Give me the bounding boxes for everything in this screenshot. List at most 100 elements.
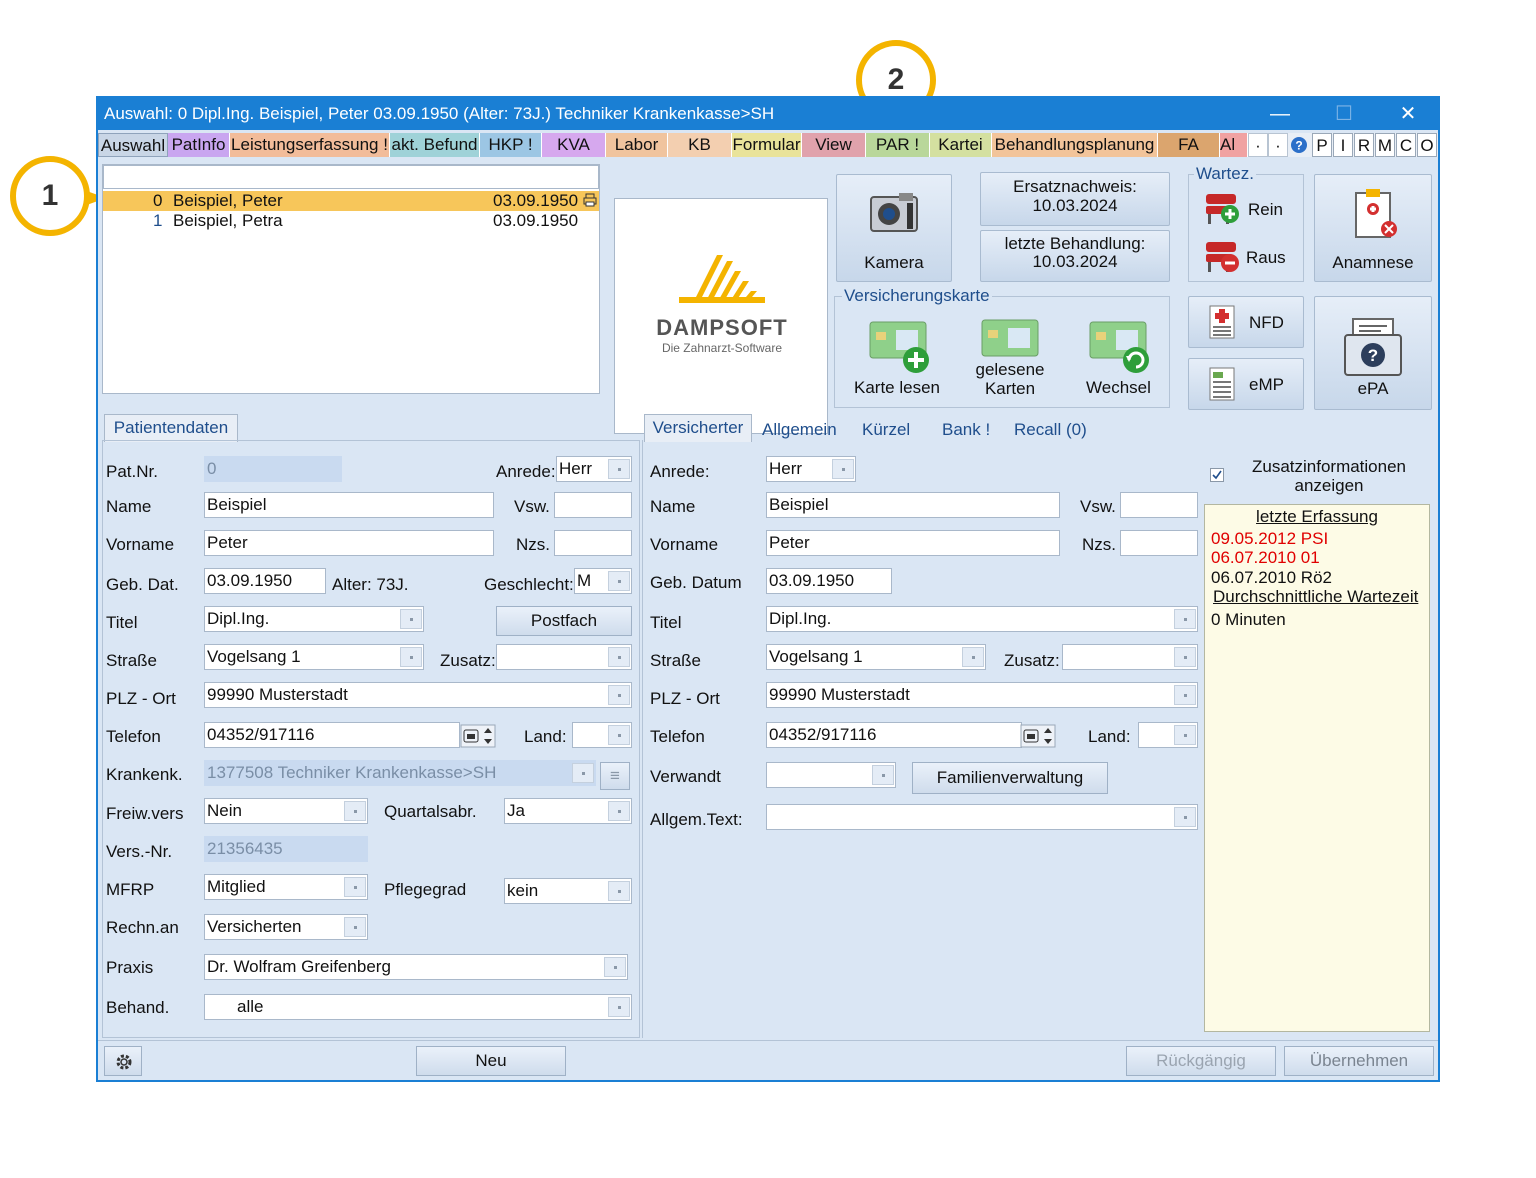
zusatzinfo-checkbox[interactable] <box>1210 468 1224 482</box>
patient-row[interactable]: 1 Beispiel, Petra 03.09.1950 <box>103 211 599 231</box>
postfach-button[interactable]: Postfach <box>496 606 632 636</box>
chevron-down-icon[interactable] <box>608 647 630 667</box>
geschlecht-select[interactable]: M <box>574 568 632 594</box>
epa-button[interactable]: ? ePA <box>1314 296 1432 410</box>
v-nzs-field[interactable] <box>1120 530 1198 556</box>
neu-button[interactable]: Neu <box>416 1046 566 1076</box>
tab-patinfo[interactable]: PatInfo <box>168 133 230 157</box>
v-titel-select[interactable]: Dipl.Ing. <box>766 606 1198 632</box>
quick-button-r[interactable]: R <box>1354 133 1374 157</box>
anamnese-button[interactable]: Anamnese <box>1314 174 1432 282</box>
strasse-select[interactable]: Vogelsang 1 <box>204 644 424 670</box>
tab-leistungserfassung[interactable]: Leistungserfassung ! <box>230 133 390 157</box>
raus-button[interactable]: Raus <box>1200 238 1300 278</box>
chevron-down-icon[interactable] <box>400 647 422 667</box>
v-name-field[interactable]: Beispiel <box>766 492 1060 518</box>
zusatz-select[interactable] <box>496 644 632 670</box>
land-select[interactable] <box>572 722 632 748</box>
tab-auswahl[interactable]: Auswahl <box>98 133 168 157</box>
chevron-down-icon[interactable] <box>608 571 630 591</box>
patient-row-selected[interactable]: 0 Beispiel, Peter 03.09.1950 <box>103 191 599 211</box>
freiwvers-select[interactable]: Nein <box>204 798 368 824</box>
quartalsabr-select[interactable]: Ja <box>504 798 632 824</box>
tab-labor[interactable]: Labor <box>606 133 668 157</box>
help-icon[interactable]: ? <box>1290 136 1308 154</box>
krankenk-list-button[interactable]: ≡ <box>600 762 630 790</box>
chevron-down-icon[interactable] <box>608 459 630 479</box>
tab-hkp[interactable]: HKP ! <box>480 133 542 157</box>
minimize-button[interactable]: — <box>1250 98 1310 130</box>
tab-scroll-right-button[interactable]: · <box>1268 133 1288 157</box>
chevron-down-icon[interactable] <box>608 997 630 1017</box>
chevron-down-icon[interactable] <box>1174 725 1196 745</box>
nzs-field[interactable] <box>554 530 632 556</box>
v-telefon-field[interactable]: 04352/917116 <box>766 722 1022 748</box>
chevron-down-icon[interactable] <box>1174 609 1196 629</box>
quick-button-p[interactable]: P <box>1312 133 1332 157</box>
quick-button-c[interactable]: C <box>1396 133 1416 157</box>
vorname-field[interactable]: Peter <box>204 530 494 556</box>
v-land-select[interactable] <box>1138 722 1198 748</box>
chevron-down-icon[interactable] <box>1174 685 1196 705</box>
titel-select[interactable]: Dipl.Ing. <box>204 606 424 632</box>
v-vsw-field[interactable] <box>1120 492 1198 518</box>
nfd-button[interactable]: NFD <box>1188 296 1304 348</box>
tab-akt-befund[interactable]: akt. Befund <box>390 133 480 157</box>
tab-behandlungsplanung[interactable]: Behandlungsplanung <box>992 133 1158 157</box>
chevron-down-icon[interactable] <box>344 801 366 821</box>
anrede-select[interactable]: Herr <box>556 456 632 482</box>
tab-view[interactable]: View <box>802 133 866 157</box>
tab-par[interactable]: PAR ! <box>866 133 930 157</box>
telefon-field[interactable]: 04352/917116 <box>204 722 460 748</box>
praxis-select[interactable]: Dr. Wolfram Greifenberg <box>204 954 628 980</box>
rechnan-select[interactable]: Versicherten <box>204 914 368 940</box>
phone-icon[interactable] <box>460 724 496 748</box>
tab-al[interactable]: Al <box>1220 133 1248 157</box>
chevron-down-icon[interactable] <box>872 765 894 785</box>
close-button[interactable]: ✕ <box>1378 98 1438 130</box>
behand-select[interactable]: alle <box>204 994 632 1020</box>
chevron-down-icon[interactable] <box>344 877 366 897</box>
chevron-down-icon[interactable] <box>1174 647 1196 667</box>
tab-formular[interactable]: Formular <box>732 133 802 157</box>
tab-allgemein[interactable]: Allgemein <box>762 420 837 440</box>
phone-icon[interactable] <box>1020 724 1056 748</box>
tab-versicherter[interactable]: Versicherter <box>644 414 752 442</box>
tab-recall[interactable]: Recall (0) <box>1014 420 1087 440</box>
emp-button[interactable]: eMP <box>1188 358 1304 410</box>
uebernehmen-button[interactable]: Übernehmen <box>1284 1046 1434 1076</box>
maximize-button[interactable]: ☐ <box>1314 98 1374 130</box>
plz-ort-select[interactable]: 99990 Musterstadt <box>204 682 632 708</box>
vsw-field[interactable] <box>554 492 632 518</box>
chevron-down-icon[interactable] <box>1174 807 1196 827</box>
name-field[interactable]: Beispiel <box>204 492 494 518</box>
chevron-down-icon[interactable] <box>400 609 422 629</box>
tab-kuerzel[interactable]: Kürzel <box>862 420 910 440</box>
mfrp-select[interactable]: Mitglied <box>204 874 368 900</box>
tab-kva[interactable]: KVA <box>542 133 606 157</box>
rueckgaengig-button[interactable]: Rückgängig <box>1126 1046 1276 1076</box>
v-gebdatum-field[interactable]: 03.09.1950 <box>766 568 892 594</box>
settings-button[interactable] <box>104 1046 142 1076</box>
v-strasse-select[interactable]: Vogelsang 1 <box>766 644 986 670</box>
chevron-down-icon[interactable] <box>344 917 366 937</box>
kamera-button[interactable]: Kamera <box>836 174 952 282</box>
tab-kb[interactable]: KB <box>668 133 732 157</box>
quick-button-i[interactable]: I <box>1333 133 1353 157</box>
wechsel-button[interactable]: Wechsel <box>1070 312 1166 404</box>
tab-bank[interactable]: Bank ! <box>942 420 990 440</box>
chevron-down-icon[interactable] <box>832 459 854 479</box>
karte-lesen-button[interactable]: Karte lesen <box>844 312 954 404</box>
v-zusatz-select[interactable] <box>1062 644 1198 670</box>
gebdat-field[interactable]: 03.09.1950 <box>204 568 326 594</box>
pflegegrad-select[interactable]: kein <box>504 878 632 904</box>
quick-button-o[interactable]: O <box>1417 133 1437 157</box>
tab-scroll-left-button[interactable]: · <box>1248 133 1268 157</box>
v-allgemtext-select[interactable] <box>766 804 1198 830</box>
familienverwaltung-button[interactable]: Familienverwaltung <box>912 762 1108 794</box>
tab-fa[interactable]: FA <box>1158 133 1220 157</box>
rein-button[interactable]: Rein <box>1200 188 1300 228</box>
chevron-down-icon[interactable] <box>608 725 630 745</box>
chevron-down-icon[interactable] <box>604 957 626 977</box>
v-vorname-field[interactable]: Peter <box>766 530 1060 556</box>
